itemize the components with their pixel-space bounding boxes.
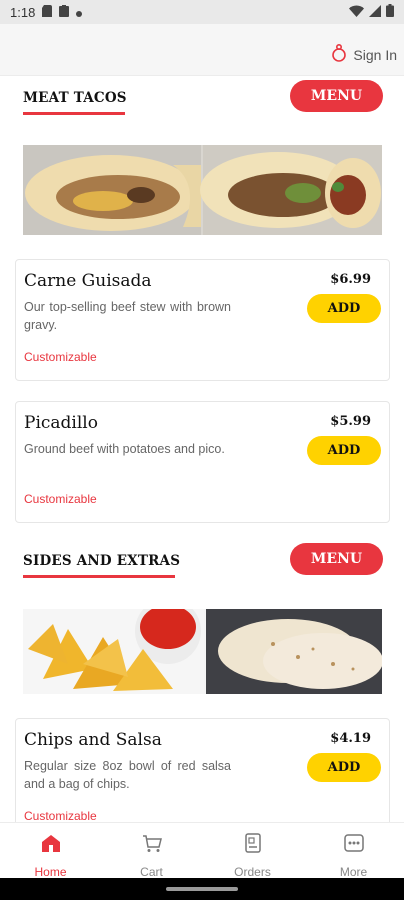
nav-label: Orders	[234, 865, 271, 879]
nav-item-orders[interactable]: Orders	[202, 823, 303, 879]
orders-icon	[242, 832, 264, 859]
item-price: $6.99	[330, 272, 371, 287]
customizable-tag: Customizable	[24, 350, 97, 364]
item-name: Chips and Salsa	[24, 730, 162, 750]
section-underline	[23, 112, 125, 115]
nav-label: More	[339, 865, 368, 879]
clipboard-icon	[59, 4, 70, 20]
sd-card-icon	[42, 4, 53, 20]
system-nav-bar	[0, 878, 404, 900]
user-icon	[331, 43, 347, 65]
nav-item-home[interactable]: Home	[0, 823, 101, 879]
item-price: $4.19	[330, 731, 371, 746]
status-bar: 1:18	[0, 0, 404, 24]
home-gesture-pill[interactable]	[166, 887, 238, 891]
item-name: Carne Guisada	[24, 271, 152, 291]
battery-icon	[386, 4, 394, 20]
wifi-icon	[349, 5, 364, 20]
section-underline	[23, 575, 175, 578]
item-description: Regular size 8oz bowl of red salsa and a…	[24, 759, 231, 791]
sides-banner-image	[23, 609, 382, 694]
sign-in-label: Sign In	[353, 46, 397, 63]
menu-button[interactable]: MENU	[290, 80, 383, 112]
status-time: 1:18	[10, 4, 36, 20]
section-title-sides-and-extras: SIDES AND EXTRAS	[23, 553, 181, 569]
item-name: Picadillo	[24, 413, 98, 433]
cart-icon	[141, 832, 163, 859]
item-description: Our top-selling beef stew with brown gra…	[24, 300, 231, 332]
item-description: Ground beef with potatoes and pico.	[24, 442, 225, 456]
notification-dot-icon	[76, 5, 83, 20]
menu-item-card[interactable]: Carne Guisada Our top-selling beef stew …	[15, 259, 390, 381]
add-button[interactable]: ADD	[307, 294, 381, 323]
signal-icon	[369, 4, 381, 20]
sign-in-button[interactable]: Sign In	[331, 43, 397, 65]
app-header: Sign In	[0, 24, 404, 76]
menu-button[interactable]: MENU	[290, 543, 383, 575]
more-icon	[343, 832, 365, 859]
customizable-tag: Customizable	[24, 809, 97, 823]
home-icon	[40, 832, 62, 859]
meat-tacos-banner-image	[23, 145, 382, 235]
add-button[interactable]: ADD	[307, 436, 381, 465]
item-price: $5.99	[330, 414, 371, 429]
section-title-meat-tacos: MEAT TACOS	[23, 90, 127, 106]
menu-item-card[interactable]: Picadillo Ground beef with potatoes and …	[15, 401, 390, 523]
nav-label: Cart	[140, 865, 163, 879]
nav-item-more[interactable]: More	[303, 823, 404, 879]
bottom-nav: Home Cart Orders More	[0, 822, 404, 879]
nav-item-cart[interactable]: Cart	[101, 823, 202, 879]
nav-label: Home	[34, 865, 67, 879]
customizable-tag: Customizable	[24, 492, 97, 506]
add-button[interactable]: ADD	[307, 753, 381, 782]
